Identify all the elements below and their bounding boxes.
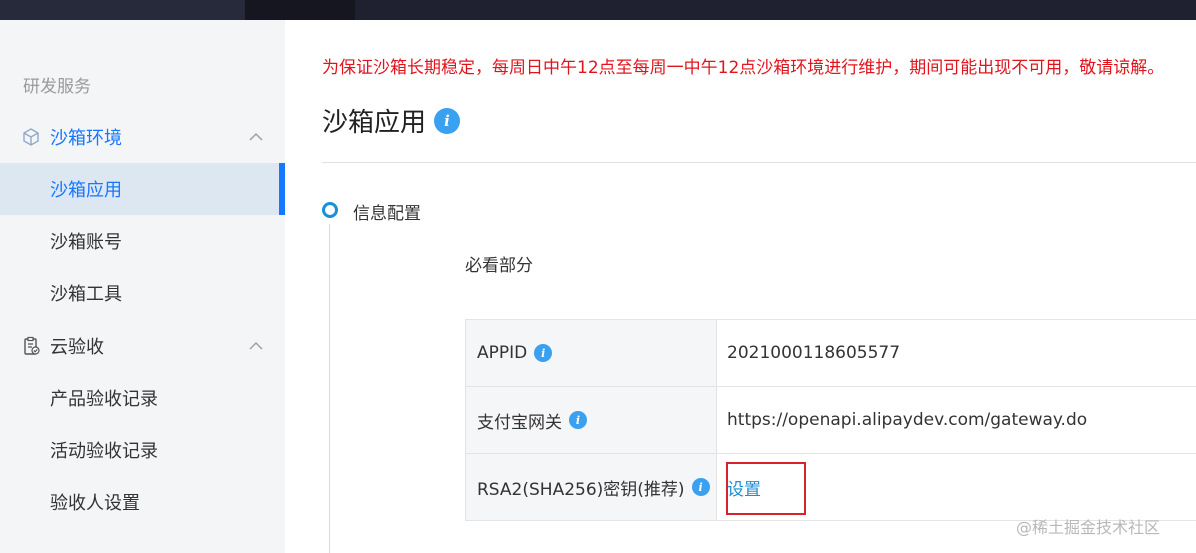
sidebar-item-sandbox-account[interactable]: 沙箱账号 xyxy=(0,215,285,267)
table-row: APPID i 2021000118605577 xyxy=(466,320,1196,387)
config-key-label: APPID xyxy=(477,343,528,363)
config-value: 2021000118605577 xyxy=(727,343,901,363)
main-content: 为保证沙箱长期稳定，每周日中午12点至每周一中午12点沙箱环境进行维护，期间可能… xyxy=(285,20,1196,553)
info-icon[interactable]: i xyxy=(434,107,461,134)
top-bar-segment xyxy=(245,0,355,20)
info-icon[interactable]: i xyxy=(691,478,710,496)
step-label: 信息配置 xyxy=(353,204,421,224)
clipboard-check-icon xyxy=(24,336,40,355)
divider xyxy=(322,162,1196,163)
config-key: RSA2(SHA256)密钥(推荐) i xyxy=(466,454,717,520)
config-key: 支付宝网关 i xyxy=(466,387,717,453)
info-icon[interactable]: i xyxy=(534,344,553,362)
timeline-dot xyxy=(322,202,338,218)
maintenance-notice: 为保证沙箱长期稳定，每周日中午12点至每周一中午12点沙箱环境进行维护，期间可能… xyxy=(322,58,1165,78)
config-table: APPID i 2021000118605577 支付宝网关 i https:/… xyxy=(465,319,1196,521)
table-row: RSA2(SHA256)密钥(推荐) i 设置 xyxy=(466,454,1196,521)
sidebar: 研发服务 沙箱环境 沙箱应用 沙箱账号 沙箱工具 云验收 产品验收记录 活动验收… xyxy=(0,20,285,553)
config-value: https://openapi.alipaydev.com/gateway.do xyxy=(727,410,1088,430)
info-icon[interactable]: i xyxy=(569,411,587,429)
watermark: @稀土掘金技术社区 xyxy=(1016,518,1161,537)
config-key-label: 支付宝网关 xyxy=(477,412,562,433)
sidebar-section-title: 研发服务 xyxy=(23,77,91,97)
sidebar-group-label: 云验收 xyxy=(50,337,104,358)
page-title-text: 沙箱应用 xyxy=(322,108,427,138)
config-key-label: RSA2(SHA256)密钥(推荐) xyxy=(477,479,685,500)
page-title: 沙箱应用 i xyxy=(322,102,461,139)
subsection-title: 必看部分 xyxy=(465,256,533,276)
cube-icon xyxy=(23,128,39,146)
sidebar-item-acceptor-settings[interactable]: 验收人设置 xyxy=(0,476,285,528)
chevron-up-icon[interactable] xyxy=(247,128,265,146)
sidebar-group-cloud-acceptance[interactable]: 云验收 xyxy=(0,320,285,372)
table-row: 支付宝网关 i https://openapi.alipaydev.com/ga… xyxy=(466,387,1196,454)
config-key: APPID i xyxy=(466,320,717,386)
chevron-up-icon[interactable] xyxy=(247,337,265,355)
sidebar-item-activity-acceptance[interactable]: 活动验收记录 xyxy=(0,424,285,476)
sidebar-item-product-acceptance[interactable]: 产品验收记录 xyxy=(0,372,285,424)
sidebar-group-sandbox[interactable]: 沙箱环境 xyxy=(0,111,285,163)
top-bar-segment xyxy=(0,0,245,20)
highlight-box xyxy=(726,462,806,515)
sidebar-group-label: 沙箱环境 xyxy=(50,128,122,149)
top-navigation-bar xyxy=(0,0,1196,20)
sidebar-item-sandbox-tools[interactable]: 沙箱工具 xyxy=(0,267,285,319)
timeline-line xyxy=(329,224,330,553)
sidebar-item-sandbox-app[interactable]: 沙箱应用 xyxy=(0,163,285,215)
